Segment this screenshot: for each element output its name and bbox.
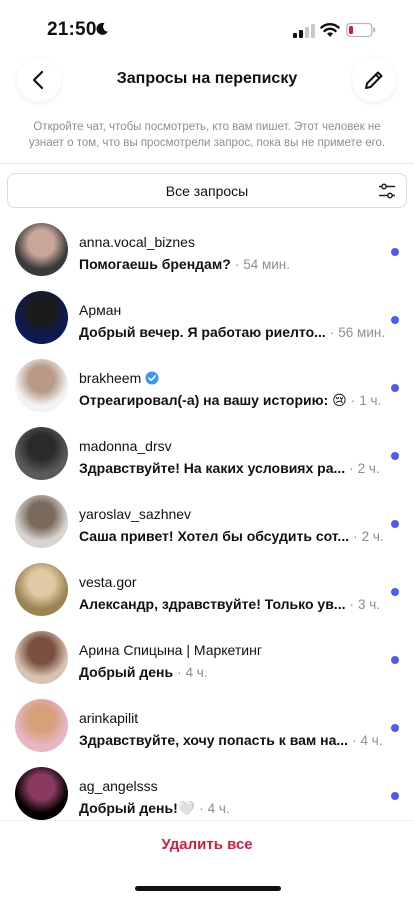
message-preview: Саша привет! Хотел бы обсудить сот... · … [79, 528, 384, 544]
message-time: 56 мин. [338, 325, 386, 340]
unread-dot [391, 248, 399, 256]
avatar[interactable] [15, 699, 68, 752]
home-indicator [135, 886, 281, 891]
unread-dot [391, 452, 399, 460]
sender-name-text: ag_angelsss [79, 778, 158, 794]
request-row[interactable]: yaroslav_sazhnev Саша привет! Хотел бы об… [0, 487, 414, 555]
sender-name-text: Арина Спицына | Маркетинг [79, 642, 262, 658]
delete-all-button[interactable]: Удалить все [0, 836, 414, 853]
sender-name: brakheem [79, 370, 159, 386]
request-row[interactable]: madonna_drsv Здравствуйте! На каких услов… [0, 419, 414, 487]
message-text: Добрый день!🤍 [79, 800, 196, 816]
footer-divider [0, 820, 414, 821]
message-preview: Помогаешь брендам? · 54 мин. [79, 256, 290, 272]
sender-name: anna.vocal_biznes [79, 234, 195, 250]
avatar[interactable] [15, 563, 68, 616]
separator-dot: · [348, 732, 361, 748]
sender-name: madonna_drsv [79, 438, 172, 454]
sliders-icon[interactable] [378, 182, 396, 200]
info-text: Откройте чат, чтобы посмотреть, кто вам … [28, 121, 386, 149]
sender-name: arinkapilit [79, 710, 138, 726]
message-time: 54 мин. [243, 257, 290, 272]
pencil-icon [365, 71, 383, 89]
avatar[interactable] [15, 631, 68, 684]
divider [0, 163, 414, 164]
message-preview: Здравствуйте! На каких условиях ра... · … [79, 460, 380, 476]
separator-dot: · [173, 664, 186, 680]
avatar[interactable] [15, 359, 68, 412]
message-text: Добрый день [79, 664, 174, 680]
header: Запросы на переписку [0, 56, 414, 106]
sender-name: ag_angelsss [79, 778, 158, 794]
sender-name-text: madonna_drsv [79, 438, 172, 454]
message-time: 2 ч. [361, 529, 384, 544]
sender-name: vesta.gor [79, 574, 137, 590]
sender-name: Арина Спицына | Маркетинг [79, 642, 262, 658]
avatar[interactable] [15, 495, 68, 548]
sender-name-text: yaroslav_sazhnev [79, 506, 192, 522]
sender-name-text: vesta.gor [79, 574, 137, 590]
message-text: Александр, здравствуйте! Только ув... [79, 596, 346, 612]
message-time: 2 ч. [357, 461, 380, 476]
sender-name: yaroslav_sazhnev [79, 506, 191, 522]
sender-name: Арман [79, 302, 121, 318]
wifi-icon [320, 23, 340, 37]
separator-dot: · [346, 392, 360, 408]
edit-button[interactable] [352, 58, 396, 102]
message-preview: Александр, здравствуйте! Только ув... · … [79, 596, 380, 612]
avatar[interactable] [15, 291, 68, 344]
message-time: 4 ч. [207, 801, 230, 816]
avatar[interactable] [15, 427, 68, 480]
unread-dot [391, 588, 399, 596]
message-text: Здравствуйте, хочу попасть к вам на... [79, 732, 349, 748]
unread-dot [391, 316, 399, 324]
unread-dot [391, 724, 399, 732]
request-row[interactable]: arinkapilit Здравствуйте, хочу попасть к … [0, 691, 414, 759]
request-row[interactable]: anna.vocal_biznes Помогаешь брендам? · 54… [0, 215, 414, 283]
separator-dot: · [345, 460, 358, 476]
status-time: 21:50 [47, 19, 97, 40]
sender-name-text: arinkapilit [79, 710, 139, 726]
avatar[interactable] [15, 767, 68, 820]
message-text: Саша привет! Хотел бы обсудить сот... [79, 528, 350, 544]
verified-badge-icon [145, 371, 159, 385]
request-row[interactable]: brakheem Отреагировал(-а) на вашу историю… [0, 351, 414, 419]
message-preview: Добрый день · 4 ч. [79, 664, 208, 680]
message-text: Помогаешь брендам? [79, 256, 231, 272]
unread-dot [391, 520, 399, 528]
battery-icon [346, 22, 376, 38]
filter-label: Все запросы [165, 183, 249, 199]
separator-dot: · [230, 256, 244, 272]
separator-dot: · [195, 800, 208, 816]
moon-icon [96, 22, 108, 35]
message-preview: Добрый день!🤍 · 4 ч. [79, 800, 230, 817]
unread-dot [391, 656, 399, 664]
message-time: 4 ч. [360, 733, 383, 748]
separator-dot: · [325, 324, 339, 340]
sender-name-text: anna.vocal_biznes [79, 234, 195, 250]
message-preview: Здравствуйте, хочу попасть к вам на... ·… [79, 732, 383, 748]
message-time: 3 ч. [357, 597, 380, 612]
unread-dot [391, 384, 399, 392]
separator-dot: · [345, 596, 358, 612]
message-preview: Отреагировал(-а) на вашу историю: 😢 · 1 … [79, 392, 381, 409]
request-row[interactable]: vesta.gor Александр, здравствуйте! Только… [0, 555, 414, 623]
separator-dot: · [349, 528, 362, 544]
unread-dot [391, 792, 399, 800]
signal-icon [293, 24, 315, 38]
request-row[interactable]: Арман Добрый вечер. Я работаю риелто... ·… [0, 283, 414, 351]
message-text: Здравствуйте! На каких условиях ра... [79, 460, 346, 476]
request-row[interactable]: Арина Спицына | Маркетинг Добрый день · 4… [0, 623, 414, 691]
message-text: Добрый вечер. Я работаю риелто... [79, 324, 326, 340]
message-time: 1 ч. [359, 393, 382, 408]
status-bar: 21:50 [0, 0, 414, 56]
filter-bar[interactable]: Все запросы [7, 173, 407, 208]
request-row[interactable]: ag_angelsss Добрый день!🤍 · 4 ч. [0, 759, 414, 827]
sender-name-text: brakheem [79, 370, 142, 386]
message-time: 4 ч. [185, 665, 208, 680]
message-text: Отреагировал(-а) на вашу историю: 😢 [79, 392, 347, 408]
sender-name-text: Арман [79, 302, 122, 318]
avatar[interactable] [15, 223, 68, 276]
message-preview: Добрый вечер. Я работаю риелто... · 56 м… [79, 324, 385, 340]
